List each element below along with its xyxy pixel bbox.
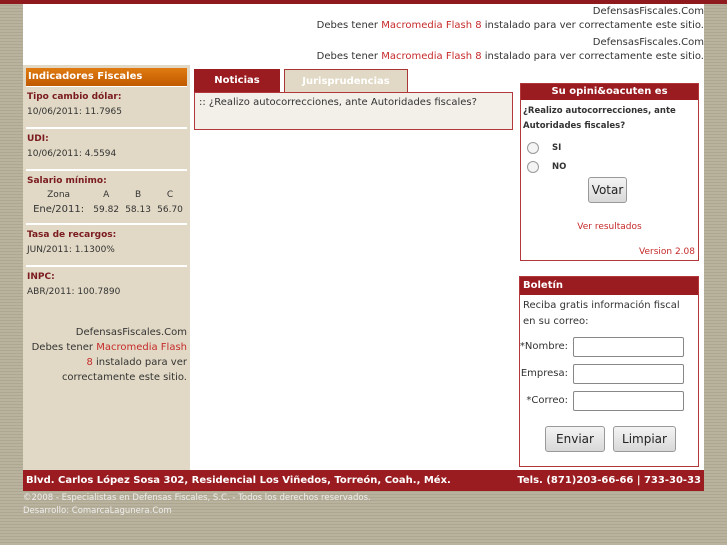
vote-button[interactable]: Votar: [588, 177, 627, 203]
value: ABR/2011: 100.7890: [27, 287, 121, 297]
developer-credit[interactable]: Desarrollo: ComarcaLagunera.Com: [23, 506, 172, 516]
flash-text: Debes tener: [31, 342, 97, 353]
indicators-sidebar: Indicadores Fiscales Tipo cambio dólar: 1…: [23, 65, 190, 470]
cell: 56.70: [157, 204, 183, 215]
correo-row: *Correo:: [520, 391, 698, 411]
empresa-row: Empresa:: [520, 364, 698, 384]
newsletter-box: Boletín Reciba gratis información fiscal…: [519, 276, 699, 467]
poll-version: Version 2.08: [639, 247, 695, 257]
field-label: *Correo:: [526, 395, 568, 406]
cell: A: [103, 190, 110, 200]
indicators-title: Indicadores Fiscales: [26, 68, 187, 87]
flash-notice: DefensasFiscales.Com Debes tener Macrome…: [317, 5, 704, 33]
news-item[interactable]: :: ¿Realizo autocorrecciones, ante Autor…: [199, 97, 477, 108]
option-label: SI: [552, 142, 562, 153]
empresa-input[interactable]: [573, 364, 684, 384]
flash-notice: DefensasFiscales.Com Debes tener Macrome…: [317, 36, 704, 64]
label: Tipo cambio dólar:: [27, 92, 122, 102]
tab-noticias[interactable]: Noticias: [194, 69, 280, 92]
flash-text: instalado para ver correctamente este si…: [481, 20, 704, 31]
cell: 58.13: [125, 204, 151, 215]
nombre-input[interactable]: [573, 337, 684, 357]
footer-address: Blvd. Carlos López Sosa 302, Residencial…: [26, 475, 451, 486]
label: INPC:: [27, 272, 55, 282]
cell: 59.82: [93, 204, 120, 215]
option-label: NO: [552, 161, 567, 172]
value: JUN/2011: 1.1300%: [27, 245, 115, 255]
value: 10/06/2011: 11.7965: [27, 107, 122, 117]
flash-text: instalado para ver correctamente este si…: [61, 357, 187, 383]
poll-option-si[interactable]: SI: [521, 138, 698, 157]
indicator-salario: Salario mínimo: Zona A B C Ene/2011: 59.82 58…: [26, 171, 187, 225]
indicator-dolar: Tipo cambio dólar: 10/06/2011: 11.7965: [26, 87, 187, 129]
copyright: ©2008 - Especialistas en Defensas Fiscal…: [23, 493, 371, 503]
indicator-inpc: INPC: ABR/2011: 100.7890: [26, 267, 187, 307]
page: DefensasFiscales.Com Debes tener Macrome…: [23, 4, 704, 470]
cell: Zona: [47, 190, 71, 200]
label: Tasa de recargos:: [27, 230, 117, 240]
newsletter-text: Reciba gratis información fiscal en su c…: [523, 300, 680, 327]
cell: Ene/2011:: [33, 204, 85, 215]
flash-text: instalado para ver correctamente este si…: [481, 51, 704, 62]
nombre-row: *Nombre:: [520, 337, 698, 357]
flash-notice: DefensasFiscales.Com Debes tener Macrome…: [26, 325, 187, 385]
flash-text: Debes tener: [316, 51, 382, 62]
newsletter-title: Boletín: [520, 277, 698, 295]
tab-jurisprudencias[interactable]: Jurisprudencias: [284, 69, 408, 92]
clear-button[interactable]: Limpiar: [613, 426, 676, 452]
flash-link[interactable]: Macromedia Flash 8: [381, 51, 481, 62]
radio-si[interactable]: [527, 141, 539, 154]
value: 10/06/2011: 4.5594: [27, 149, 117, 159]
field-label: Empresa:: [520, 368, 568, 379]
footer-phones: Tels. (871)203-66-66 | 733-30-33: [517, 475, 701, 486]
indicator-recargos: Tasa de recargos: JUN/2011: 1.1300%: [26, 225, 187, 267]
results-link[interactable]: Ver resultados: [521, 222, 698, 232]
footer-bar: Blvd. Carlos López Sosa 302, Residencial…: [23, 470, 704, 491]
correo-input[interactable]: [573, 391, 684, 411]
radio-no[interactable]: [527, 160, 539, 173]
flash-site: DefensasFiscales.Com: [75, 327, 187, 338]
send-button[interactable]: Enviar: [545, 426, 605, 452]
cell: B: [134, 190, 142, 200]
poll-option-no[interactable]: NO: [521, 157, 698, 176]
cell: C: [166, 190, 174, 200]
field-label: *Nombre:: [519, 341, 568, 352]
label: UDI:: [27, 134, 49, 144]
salario-table: Zona A B C Ene/2011: 59.82 58.13 56.70: [27, 188, 186, 217]
poll-box: Su opini&oacuten es importante ¿Realizo …: [520, 83, 699, 261]
news-panel: :: ¿Realizo autocorrecciones, ante Autor…: [194, 92, 513, 130]
indicator-udi: UDI: 10/06/2011: 4.5594: [26, 129, 187, 171]
label: Salario mínimo:: [27, 176, 107, 186]
flash-site: DefensasFiscales.Com: [592, 37, 704, 48]
poll-question: ¿Realizo autocorrecciones, ante Autorida…: [523, 106, 676, 131]
flash-site: DefensasFiscales.Com: [592, 6, 704, 17]
flash-text: Debes tener: [316, 20, 382, 31]
poll-title: Su opini&oacuten es importante: [521, 84, 698, 113]
flash-link[interactable]: Macromedia Flash 8: [381, 20, 481, 31]
